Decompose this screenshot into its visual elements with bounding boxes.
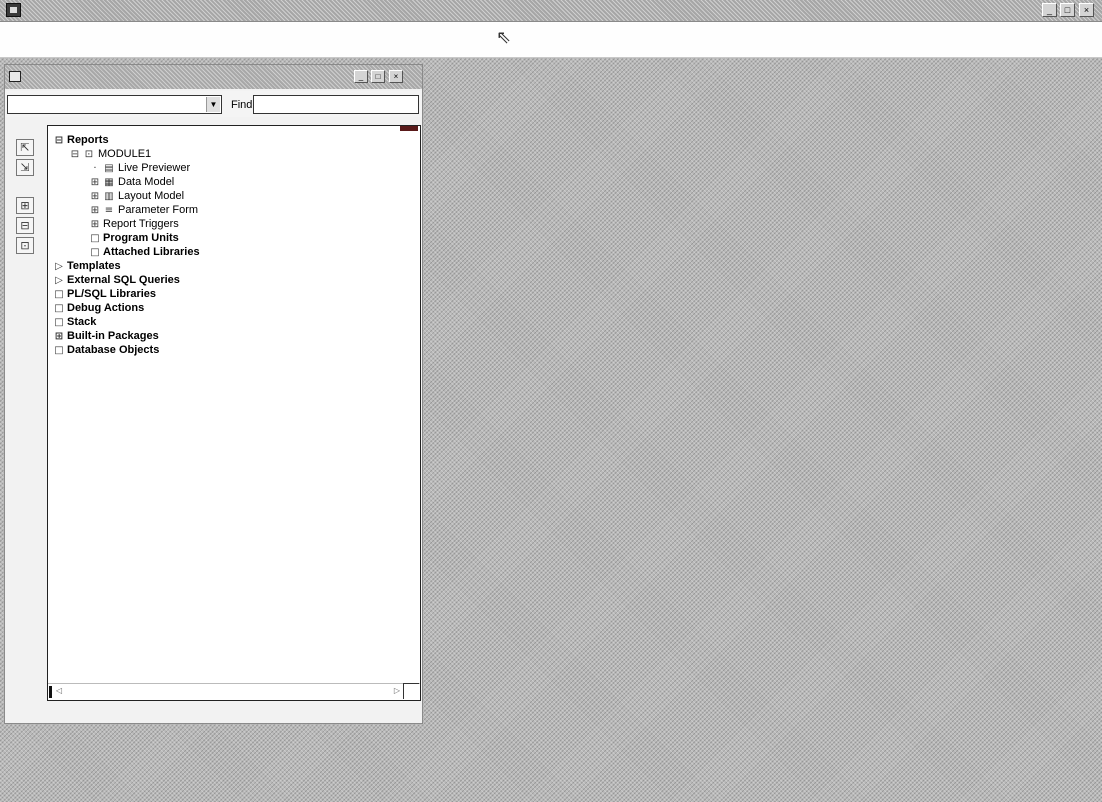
- object-tree[interactable]: ◁ ▷ ⊟ Reports ⊟ ⊡ MODULE1 · ▤ Live Previewer ⊞ ▦ D…: [47, 125, 421, 701]
- app-title-bar[interactable]: _ □ ×: [0, 0, 1102, 22]
- tree-node-label: Parameter Form: [118, 204, 199, 216]
- tree-node-icon: ▤: [104, 163, 114, 174]
- scroll-left-icon[interactable]: ◁: [56, 686, 62, 695]
- expand-all-tool-icon[interactable]: ⊞: [16, 197, 34, 214]
- chevron-down-icon[interactable]: ▼: [206, 97, 220, 112]
- tree-node[interactable]: ▷ External SQL Queries: [54, 274, 180, 286]
- tree-expander-icon[interactable]: ▷: [54, 261, 64, 273]
- tree-expander-icon[interactable]: ⊞: [90, 177, 100, 189]
- tree-node-label: MODULE1: [98, 148, 152, 160]
- tree-expander-icon[interactable]: □: [54, 345, 64, 357]
- scroll-right-icon[interactable]: ▷: [394, 686, 400, 695]
- tree-node[interactable]: ⊞ Report Triggers: [90, 218, 179, 230]
- tree-node[interactable]: □ Attached Libraries: [90, 246, 200, 259]
- tree-expander-icon[interactable]: ⊞: [90, 205, 100, 217]
- tree-expander-icon[interactable]: ⊟: [54, 135, 64, 147]
- object-navigator-window: _ □ × ▼ Find: ⇱ ⇲ ⊞ ⊟ ⊡ ◁ ▷ ⊟ Reports ⊟ ⊡ MODULE…: [4, 64, 423, 724]
- tree-node[interactable]: □ Database Objects: [54, 344, 159, 356]
- collapse-tool-icon[interactable]: ⇲: [16, 159, 34, 176]
- tree-node-icon: ≡: [104, 205, 114, 216]
- object-navigator-icon: [9, 71, 21, 82]
- tree-node[interactable]: ⊞ ≡ Parameter Form: [90, 204, 198, 216]
- tree-node-icon: ⊡: [84, 149, 94, 160]
- tree-expander-icon[interactable]: □: [54, 289, 64, 301]
- find-input[interactable]: [253, 95, 419, 114]
- find-label: Find:: [231, 99, 256, 111]
- tree-node[interactable]: ⊞ Built-in Packages: [54, 330, 159, 342]
- tree-node-label: Program Units: [103, 232, 179, 244]
- tree-node-icon: ▥: [104, 191, 114, 202]
- tree-expander-icon[interactable]: □: [90, 247, 100, 259]
- tree-node[interactable]: □ Stack: [54, 316, 96, 328]
- tree-node-label: Templates: [67, 260, 121, 272]
- tree-node[interactable]: ⊞ ▥ Layout Model: [90, 190, 184, 202]
- tree-node[interactable]: · ▤ Live Previewer: [90, 162, 190, 174]
- tree-corner-marker: [400, 126, 418, 131]
- navigator-maximize-button[interactable]: □: [371, 70, 385, 83]
- tree-node-label: Reports: [67, 134, 109, 146]
- tree-node[interactable]: □ PL/SQL Libraries: [54, 288, 156, 300]
- menu-strip: [0, 22, 1102, 58]
- object-navigator-title-bar[interactable]: _ □ ×: [5, 65, 422, 89]
- tree-node[interactable]: □ Program Units: [90, 232, 179, 244]
- mouse-pointer-icon: ⇖: [496, 27, 512, 48]
- expand-tool-icon[interactable]: ⇱: [16, 139, 34, 156]
- tree-node-label: Live Previewer: [118, 162, 191, 174]
- tree-node-label: Stack: [67, 316, 97, 328]
- maximize-button[interactable]: □: [1060, 3, 1075, 17]
- object-combo-box[interactable]: ▼: [7, 95, 222, 114]
- tree-expander-icon[interactable]: ▷: [54, 275, 64, 287]
- navigator-minimize-button[interactable]: _: [354, 70, 368, 83]
- tree-node-label: Built-in Packages: [67, 330, 159, 342]
- scroll-thumb[interactable]: [49, 686, 52, 698]
- tree-node[interactable]: ▷ Templates: [54, 260, 121, 273]
- tree-node-label: Attached Libraries: [103, 246, 200, 258]
- tree-expander-icon[interactable]: □: [54, 317, 64, 329]
- resize-grip-icon[interactable]: [403, 683, 419, 699]
- tree-node-label: PL/SQL Libraries: [67, 288, 157, 300]
- navigator-toolbar: ▼ Find:: [5, 91, 422, 117]
- tree-node-label: Layout Model: [118, 190, 185, 202]
- tree-node-label: Data Model: [118, 176, 175, 188]
- collapse-all-tool-icon[interactable]: ⊟: [16, 217, 34, 234]
- tree-node-label: Report Triggers: [103, 218, 179, 230]
- tree-expander-icon[interactable]: ⊟: [70, 149, 80, 161]
- tree-expander-icon[interactable]: ·: [90, 163, 100, 175]
- tree-node[interactable]: ⊟ Reports: [54, 134, 109, 146]
- tree-node[interactable]: ⊞ ▦ Data Model: [90, 176, 174, 188]
- tree-node-icon: ▦: [104, 177, 114, 188]
- tree-expander-icon[interactable]: ⊞: [54, 331, 64, 343]
- navigator-side-toolbar: ⇱ ⇲ ⊞ ⊟ ⊡: [5, 123, 45, 703]
- close-button[interactable]: ×: [1079, 3, 1094, 17]
- tree-node-label: Debug Actions: [67, 302, 145, 314]
- tree-node-label: External SQL Queries: [67, 274, 180, 286]
- tree-expander-icon[interactable]: ⊞: [90, 191, 100, 203]
- tree-node[interactable]: □ Debug Actions: [54, 302, 144, 314]
- tree-node-label: Database Objects: [67, 344, 160, 356]
- navigator-close-button[interactable]: ×: [389, 70, 403, 83]
- tree-expander-icon[interactable]: □: [54, 303, 64, 315]
- tree-expander-icon[interactable]: □: [90, 233, 100, 245]
- tree-expander-icon[interactable]: ⊞: [90, 219, 100, 231]
- report-builder-app-icon: [6, 3, 21, 17]
- minimize-button[interactable]: _: [1042, 3, 1057, 17]
- horizontal-scrollbar[interactable]: ◁ ▷: [48, 683, 420, 700]
- create-tool-icon[interactable]: ⊡: [16, 237, 34, 254]
- tree-node[interactable]: ⊟ ⊡ MODULE1: [70, 148, 151, 160]
